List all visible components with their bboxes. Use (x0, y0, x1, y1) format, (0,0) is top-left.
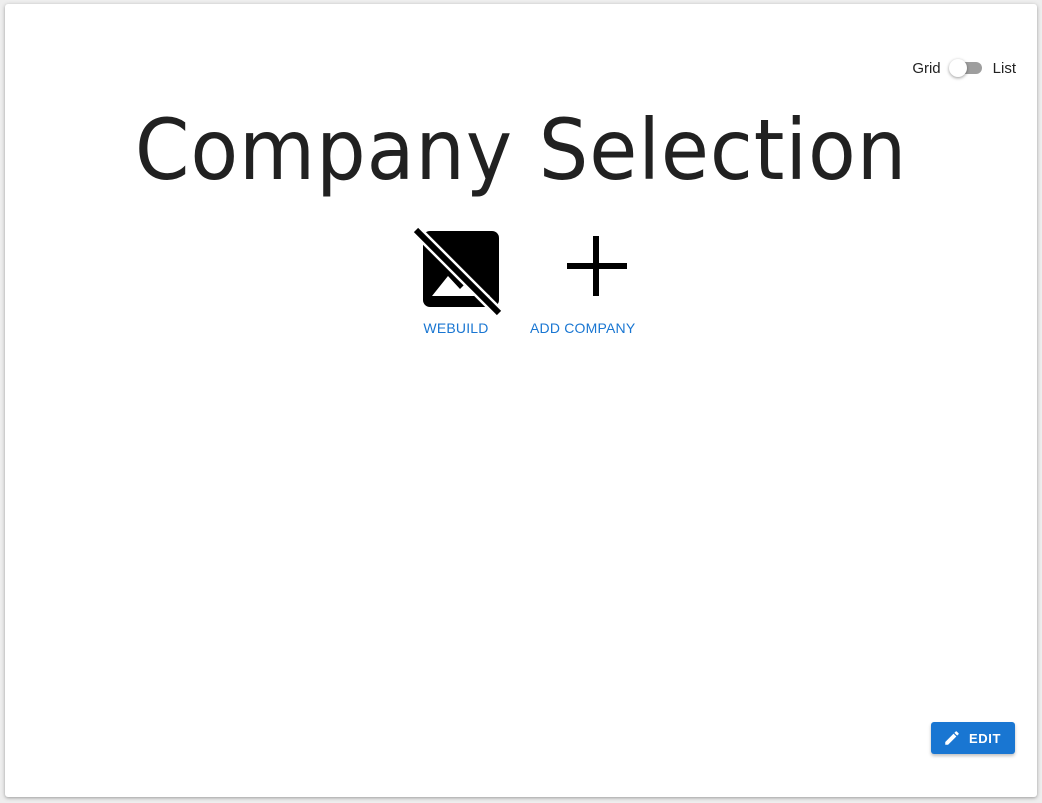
add-company-tile[interactable]: ADD COMPANY (530, 224, 635, 336)
grid-list-switch[interactable] (948, 58, 983, 78)
add-company-label[interactable]: ADD COMPANY (530, 320, 635, 336)
view-toggle: Grid List (912, 54, 1016, 82)
edit-button-label: EDIT (968, 730, 1001, 746)
page-title: Company Selection (134, 101, 908, 199)
plus-icon (537, 224, 629, 316)
pencil-icon (943, 729, 961, 747)
edit-button[interactable]: EDIT (930, 722, 1015, 754)
list-label: List (992, 59, 1016, 77)
company-tile-webuild[interactable]: WEBUILD (410, 224, 502, 336)
company-selection-card: Grid List Company Selection WEBUILD ADD … (5, 4, 1037, 797)
company-name[interactable]: WEBUILD (423, 320, 488, 336)
switch-thumb[interactable] (948, 59, 967, 77)
grid-label: Grid (912, 59, 941, 77)
image-not-supported-icon (410, 224, 502, 316)
